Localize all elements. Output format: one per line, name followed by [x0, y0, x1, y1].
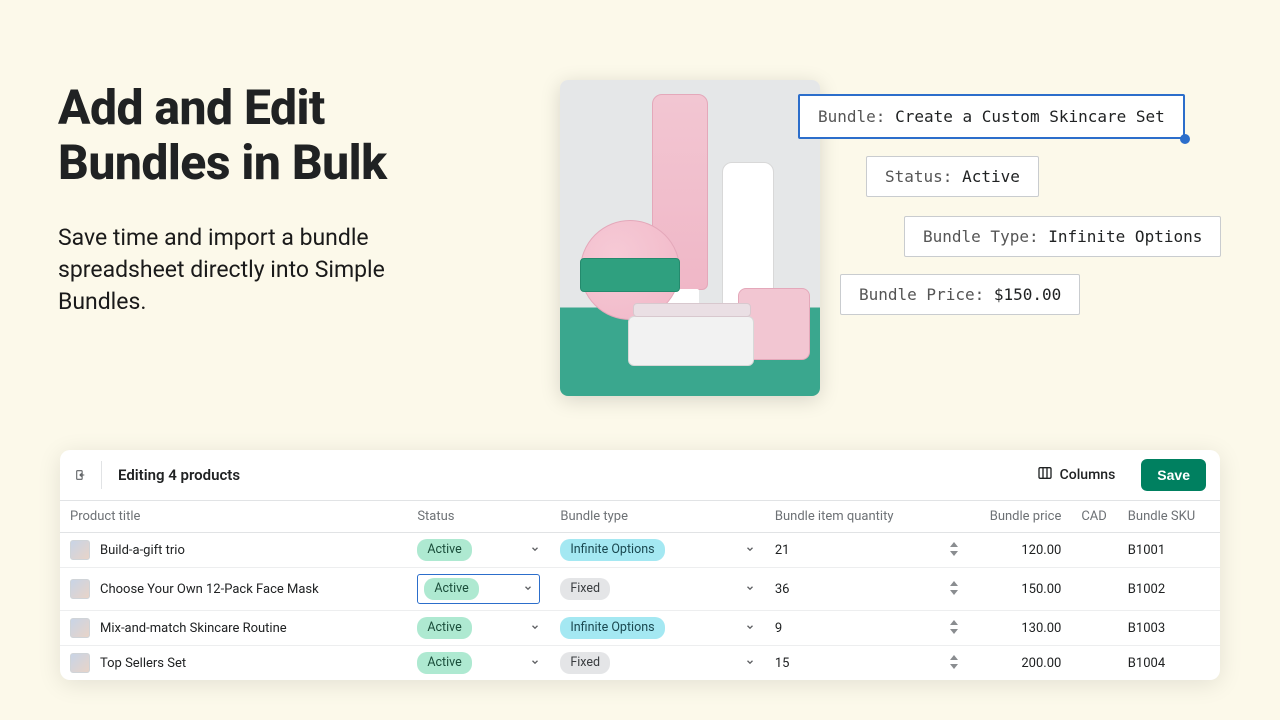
bundle-name-value: Create a Custom Skincare Set [895, 107, 1165, 126]
product-title-cell[interactable]: Mix-and-match Skincare Routine [70, 618, 397, 638]
price-cell[interactable]: 200.00 [969, 646, 1071, 681]
chevron-down-icon [523, 582, 533, 597]
th-type[interactable]: Bundle type [550, 501, 765, 533]
bundle-type-label: Bundle Type: [923, 227, 1039, 246]
type-badge: Fixed [560, 578, 610, 600]
th-sku[interactable]: Bundle SKU [1118, 501, 1220, 533]
product-thumb [70, 653, 90, 673]
bundle-status-value: Active [962, 167, 1020, 186]
bundle-price-label: Bundle Price: [859, 285, 984, 304]
bundle-status-tag: Status: Active [866, 156, 1039, 197]
status-badge: Active [417, 539, 471, 561]
chevron-down-icon [530, 621, 540, 636]
product-title-cell[interactable]: Choose Your Own 12-Pack Face Mask [70, 579, 397, 599]
quantity-value: 21 [775, 543, 790, 558]
product-title-cell[interactable]: Top Sellers Set [70, 653, 397, 673]
bundle-status-label: Status: [885, 167, 952, 186]
quantity-stepper[interactable]: 36 [775, 581, 959, 598]
chevron-down-icon [745, 543, 755, 558]
bundle-name-tag[interactable]: Bundle: Create a Custom Skincare Set [798, 94, 1185, 139]
products-table: Product title Status Bundle type Bundle … [60, 500, 1220, 680]
columns-icon [1037, 465, 1053, 485]
sku-cell[interactable]: B1003 [1118, 611, 1220, 646]
bundle-type-value: Infinite Options [1048, 227, 1202, 246]
th-currency: CAD [1071, 501, 1117, 533]
sku-cell[interactable]: B1002 [1118, 568, 1220, 611]
bundle-type-select[interactable]: Infinite Options [560, 539, 755, 561]
bundle-name-label: Bundle: [818, 107, 885, 126]
status-badge: Active [424, 578, 478, 600]
th-status[interactable]: Status [407, 501, 550, 533]
editor-title: Editing 4 products [118, 466, 1011, 484]
product-title: Mix-and-match Skincare Routine [100, 621, 287, 636]
bundle-type-select[interactable]: Infinite Options [560, 617, 755, 639]
chevron-down-icon [745, 621, 755, 636]
type-badge: Infinite Options [560, 539, 664, 561]
product-thumb [70, 618, 90, 638]
status-badge: Active [417, 617, 471, 639]
bundle-type-select[interactable]: Fixed [560, 578, 755, 600]
chevron-down-icon [745, 582, 755, 597]
status-select[interactable]: Active [417, 617, 540, 639]
selection-handle-icon[interactable] [1180, 134, 1190, 144]
table-row: Top Sellers Set Active Fixed 15 200.00 B1004 [60, 646, 1220, 681]
chevron-down-icon [530, 543, 540, 558]
chevron-down-icon [530, 656, 540, 671]
product-title-cell[interactable]: Build-a-gift trio [70, 540, 397, 560]
columns-button[interactable]: Columns [1027, 459, 1126, 491]
table-row: Build-a-gift trio Active Infinite Options 2… [60, 533, 1220, 568]
stepper-icon[interactable] [949, 542, 959, 559]
page-subtitle: Save time and import a bundle spreadshee… [58, 222, 478, 319]
th-price[interactable]: Bundle price [969, 501, 1071, 533]
columns-label: Columns [1060, 467, 1116, 483]
bundle-price-tag: Bundle Price: $150.00 [840, 274, 1080, 315]
page-title: Add and Edit Bundles in Bulk [58, 80, 478, 190]
quantity-value: 9 [775, 621, 782, 636]
product-title: Build-a-gift trio [100, 543, 185, 558]
status-badge: Active [417, 652, 471, 674]
bundle-price-value: $150.00 [994, 285, 1061, 304]
sku-cell[interactable]: B1004 [1118, 646, 1220, 681]
price-cell[interactable]: 150.00 [969, 568, 1071, 611]
price-cell[interactable]: 120.00 [969, 533, 1071, 568]
product-thumb [70, 540, 90, 560]
table-row: Choose Your Own 12-Pack Face Mask Active F… [60, 568, 1220, 611]
stepper-icon[interactable] [949, 581, 959, 598]
product-image [560, 80, 820, 396]
type-badge: Fixed [560, 652, 610, 674]
product-thumb [70, 579, 90, 599]
chevron-down-icon [745, 656, 755, 671]
product-title: Top Sellers Set [100, 656, 186, 671]
stepper-icon[interactable] [949, 655, 959, 672]
table-row: Mix-and-match Skincare Routine Active Infi… [60, 611, 1220, 646]
status-select[interactable]: Active [417, 652, 540, 674]
stepper-icon[interactable] [949, 620, 959, 637]
th-title[interactable]: Product title [60, 501, 407, 533]
back-icon[interactable] [74, 461, 102, 489]
bundle-type-select[interactable]: Fixed [560, 652, 755, 674]
quantity-value: 36 [775, 582, 790, 597]
th-qty[interactable]: Bundle item quantity [765, 501, 969, 533]
save-button[interactable]: Save [1141, 459, 1206, 491]
product-title: Choose Your Own 12-Pack Face Mask [100, 582, 319, 597]
sku-cell[interactable]: B1001 [1118, 533, 1220, 568]
price-cell[interactable]: 130.00 [969, 611, 1071, 646]
status-select[interactable]: Active [417, 574, 540, 604]
quantity-stepper[interactable]: 9 [775, 620, 959, 637]
quantity-value: 15 [775, 656, 790, 671]
quantity-stepper[interactable]: 21 [775, 542, 959, 559]
status-select[interactable]: Active [417, 539, 540, 561]
bundle-type-tag: Bundle Type: Infinite Options [904, 216, 1221, 257]
bulk-editor-card: Editing 4 products Columns Save Product … [60, 450, 1220, 680]
type-badge: Infinite Options [560, 617, 664, 639]
quantity-stepper[interactable]: 15 [775, 655, 959, 672]
